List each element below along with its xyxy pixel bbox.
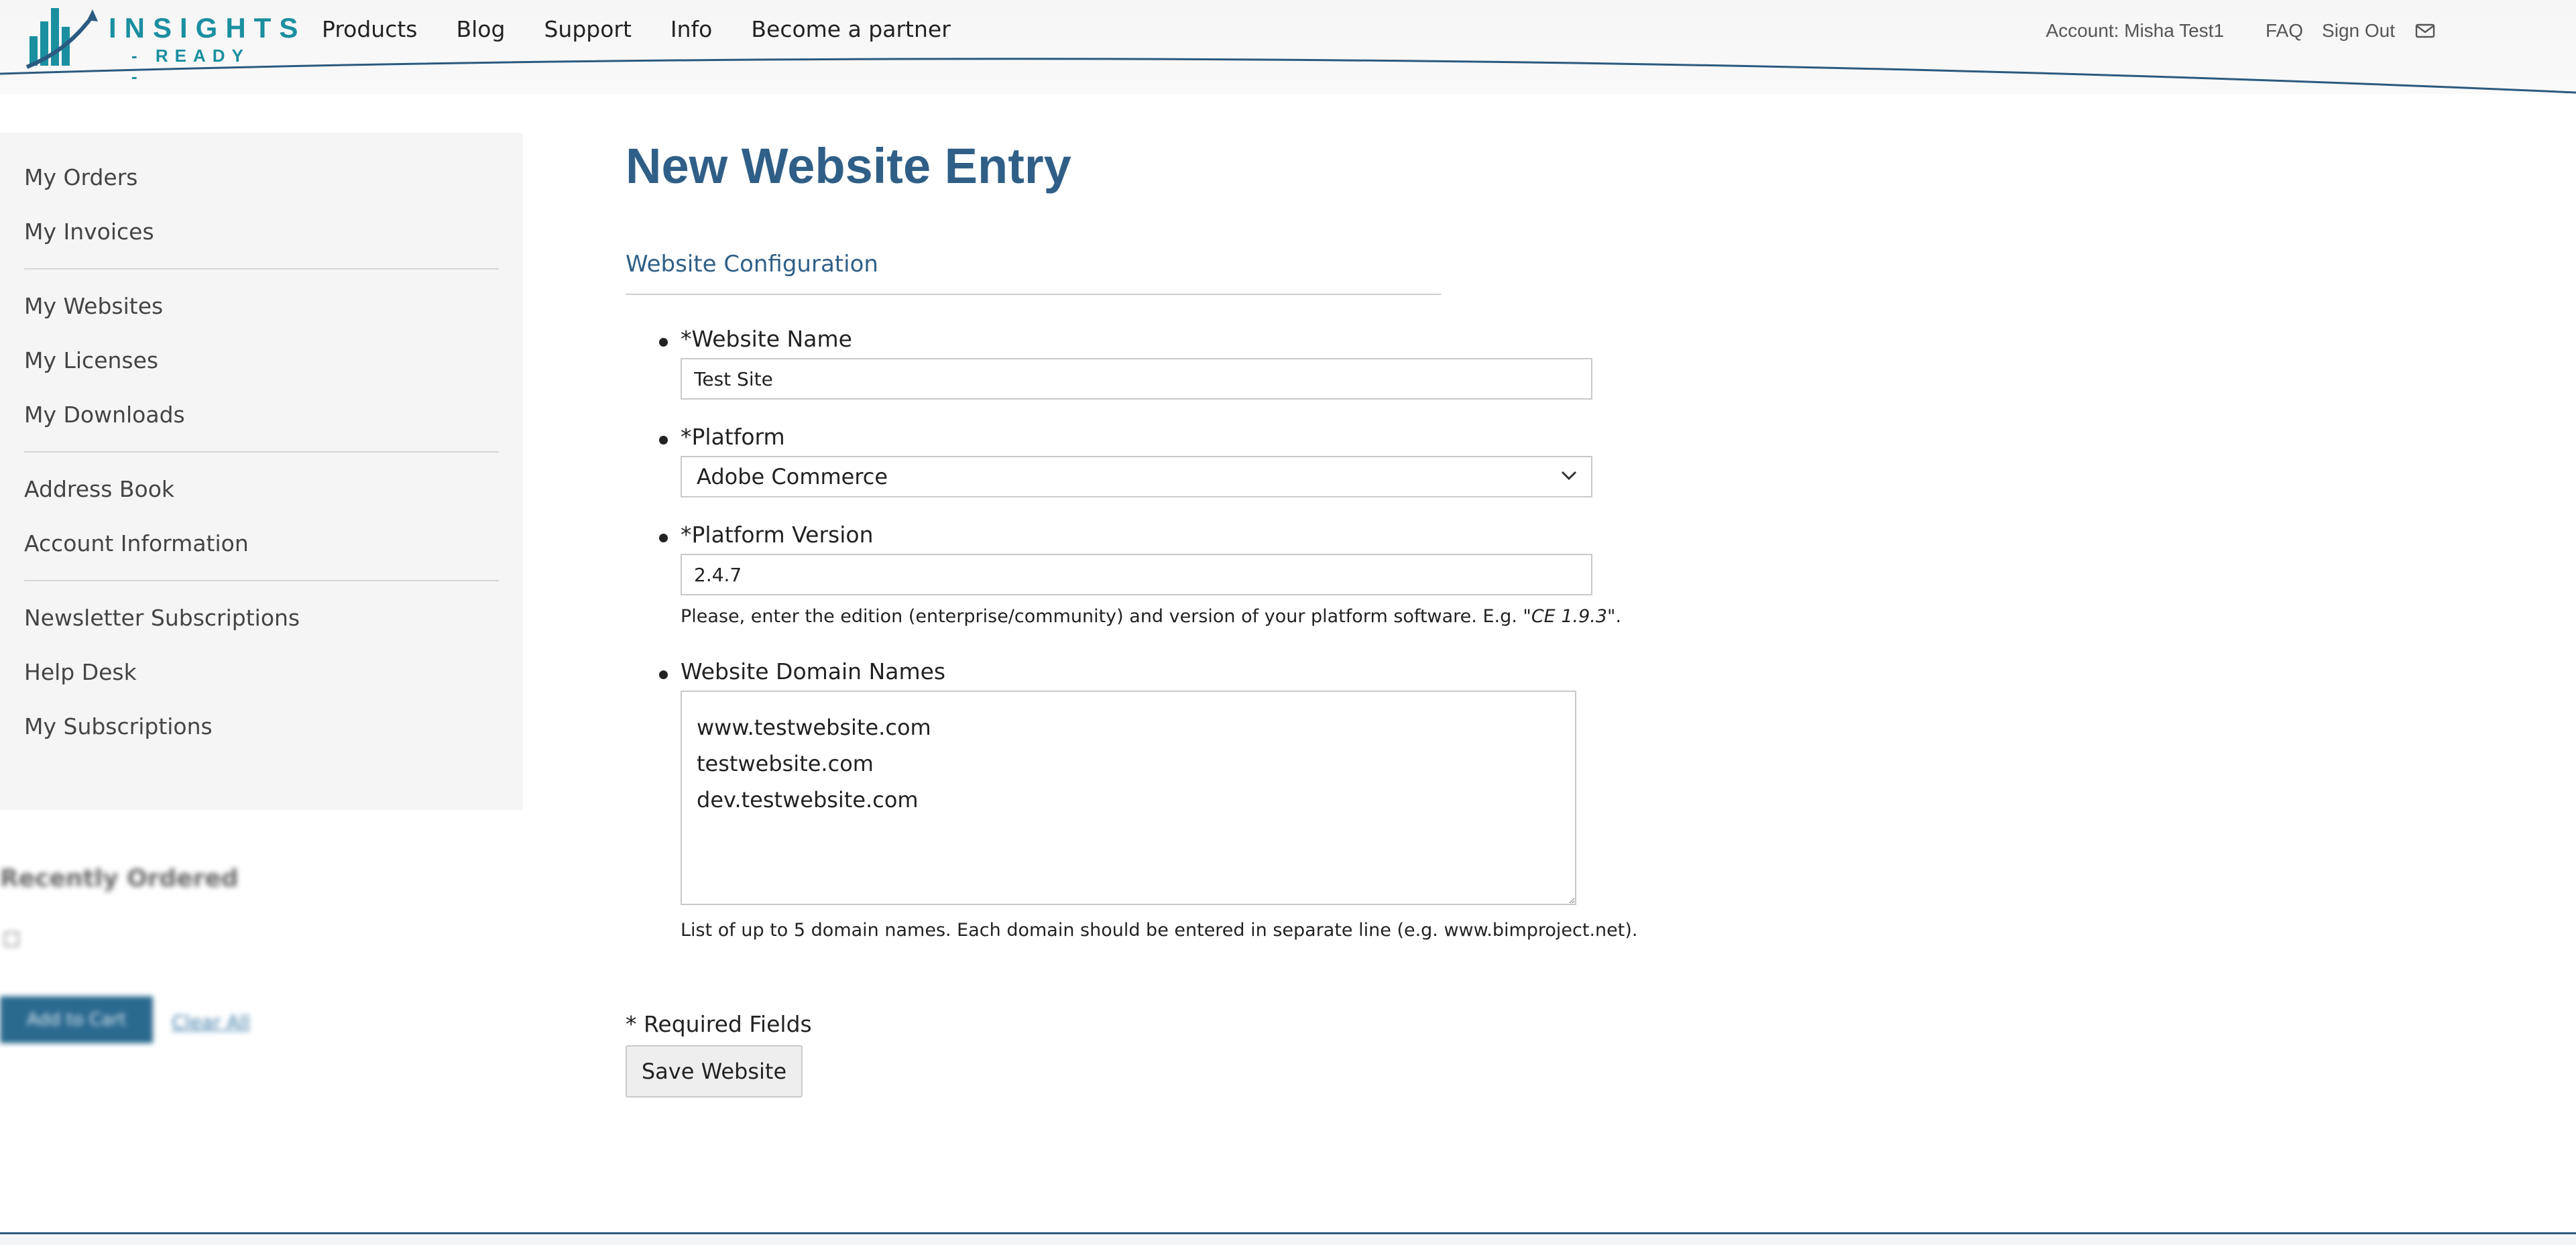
nav-blog[interactable]: Blog: [457, 16, 506, 42]
main-nav: Products Blog Support Info Become a part…: [322, 16, 990, 42]
list-bullet: [659, 436, 668, 444]
sidebar-divider: [24, 451, 499, 453]
nav-info[interactable]: Info: [670, 16, 712, 42]
website-name-label: *Website Name: [681, 326, 852, 352]
sidebar-group-orders: My Orders My Invoices: [0, 150, 523, 259]
page-title: New Website Entry: [626, 138, 1071, 194]
hint-example: "CE 1.9.3": [1523, 606, 1616, 627]
sidebar-item-account-information[interactable]: Account Information: [0, 516, 523, 571]
sidebar-item-my-orders[interactable]: My Orders: [0, 150, 523, 204]
section-divider: [626, 294, 1441, 295]
section-title: Website Configuration: [626, 251, 878, 278]
list-bullet: [659, 534, 668, 542]
platform-select[interactable]: Adobe Commerce: [681, 456, 1592, 497]
clear-all-link[interactable]: Clear All: [172, 1011, 250, 1033]
platform-version-label: *Platform Version: [681, 522, 874, 548]
sidebar-item-my-downloads[interactable]: My Downloads: [0, 388, 523, 442]
sign-out-link[interactable]: Sign Out: [2322, 20, 2395, 42]
chevron-down-icon: [1561, 471, 1577, 481]
sidebar-item-my-subscriptions[interactable]: My Subscriptions: [0, 699, 523, 754]
platform-selected-value: Adobe Commerce: [697, 464, 888, 489]
list-bullet: [659, 338, 668, 347]
sidebar-item-help-desk[interactable]: Help Desk: [0, 645, 523, 699]
logo-tagline: - READY -: [131, 46, 250, 86]
sidebar-item-newsletter-subscriptions[interactable]: Newsletter Subscriptions: [0, 591, 523, 645]
nav-become-partner[interactable]: Become a partner: [751, 16, 950, 42]
required-fields-note: * Required Fields: [626, 1011, 812, 1037]
account-links: Account: Misha Test1 FAQ Sign Out: [2046, 20, 2435, 42]
mail-icon[interactable]: [2415, 23, 2435, 39]
account-link[interactable]: Account: Misha Test1: [2046, 20, 2224, 42]
faq-link[interactable]: FAQ: [2266, 20, 2303, 42]
sidebar-item-my-licenses[interactable]: My Licenses: [0, 333, 523, 388]
recently-ordered-title: Recently Ordered: [0, 865, 239, 892]
hint-text: Please, enter the edition (enterprise/co…: [681, 606, 1523, 627]
sidebar-divider: [24, 580, 499, 581]
add-to-cart-button[interactable]: Add to Cart: [0, 996, 153, 1043]
platform-version-input[interactable]: [681, 554, 1592, 595]
sidebar-item-my-websites[interactable]: My Websites: [0, 279, 523, 333]
sidebar-group-subscriptions: Newsletter Subscriptions Help Desk My Su…: [0, 591, 523, 754]
header-wave: [0, 58, 2576, 94]
domain-names-hint: List of up to 5 domain names. Each domai…: [681, 920, 1638, 941]
sidebar-group-account: Address Book Account Information: [0, 462, 523, 571]
sidebar-group-websites: My Websites My Licenses My Downloads: [0, 279, 523, 442]
footer: [0, 1234, 2576, 1245]
recently-ordered-checkbox[interactable]: □: [3, 927, 20, 949]
nav-support[interactable]: Support: [544, 16, 631, 42]
hint-suffix: .: [1615, 606, 1622, 627]
list-bullet: [659, 670, 668, 679]
nav-products[interactable]: Products: [322, 16, 418, 42]
sidebar-divider: [24, 268, 499, 270]
account-sidebar: My Orders My Invoices My Websites My Lic…: [0, 133, 523, 810]
domain-names-textarea[interactable]: www.testwebsite.com testwebsite.com dev.…: [681, 691, 1576, 905]
site-logo[interactable]: INSIGHTS - READY -: [25, 3, 298, 86]
site-header: INSIGHTS - READY - Products Blog Support…: [0, 0, 2576, 94]
platform-label: *Platform: [681, 424, 785, 450]
logo-wordmark: INSIGHTS: [109, 12, 306, 44]
platform-version-hint: Please, enter the edition (enterprise/co…: [681, 606, 1621, 627]
logo-buildings-icon: [25, 8, 98, 69]
domain-names-label: Website Domain Names: [681, 658, 946, 685]
sidebar-item-my-invoices[interactable]: My Invoices: [0, 204, 523, 259]
website-name-input[interactable]: [681, 358, 1592, 400]
save-website-button[interactable]: Save Website: [626, 1045, 803, 1098]
sidebar-item-address-book[interactable]: Address Book: [0, 462, 523, 516]
